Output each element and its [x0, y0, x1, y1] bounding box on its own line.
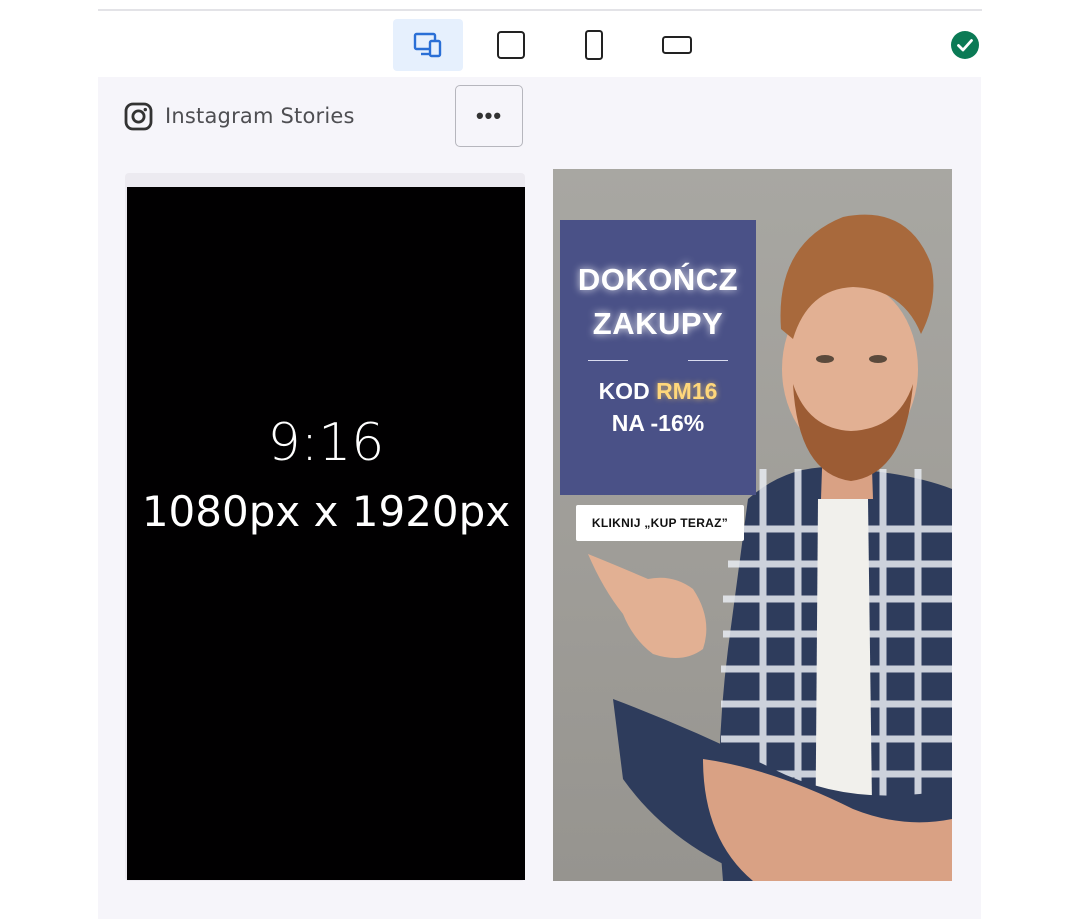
- dimensions-label: 1080px x 1920px: [141, 487, 511, 536]
- device-toolbar: [98, 11, 982, 77]
- headline-line1: DOKOŃCZ: [577, 262, 739, 297]
- format-placeholder[interactable]: 9:16 1080px x 1920px: [127, 187, 525, 880]
- more-options-icon: •••: [475, 103, 503, 128]
- ad-preview[interactable]: DOKOŃCZ ZAKUPY KOD RM16 NA -16% KLIKNIJ …: [553, 169, 952, 881]
- portrait-frame-icon: [585, 30, 603, 60]
- cta-button[interactable]: KLIKNIJ „KUP TERAZ”: [576, 505, 744, 541]
- more-options-button[interactable]: •••: [455, 85, 523, 147]
- phone-view-button[interactable]: [559, 19, 629, 71]
- preview-panel: Instagram Stories ••• 9:16 1080px x 1920…: [98, 77, 981, 919]
- responsive-devices-icon: [413, 32, 442, 58]
- landscape-view-button[interactable]: [642, 19, 712, 71]
- instagram-icon: [124, 102, 153, 130]
- headline-line2: ZAKUPY: [592, 306, 724, 341]
- promo-code: RM16: [656, 378, 718, 404]
- aspect-ratio-label: 9:16: [267, 413, 385, 473]
- tablet-view-button[interactable]: [476, 19, 546, 71]
- promo-code-line: KOD RM16: [560, 375, 756, 407]
- platform-label: Instagram Stories: [165, 104, 355, 128]
- square-frame-icon: [497, 31, 525, 59]
- discount-label: NA -16%: [611, 410, 705, 436]
- promo-box: DOKOŃCZ ZAKUPY KOD RM16 NA -16%: [560, 220, 756, 495]
- landscape-frame-icon: [662, 36, 692, 54]
- platform-header: Instagram Stories: [124, 100, 355, 132]
- responsive-view-button[interactable]: [393, 19, 463, 71]
- check-circle-icon: [951, 31, 979, 59]
- code-prefix: KOD: [598, 378, 657, 404]
- promo-dividers: [588, 360, 728, 361]
